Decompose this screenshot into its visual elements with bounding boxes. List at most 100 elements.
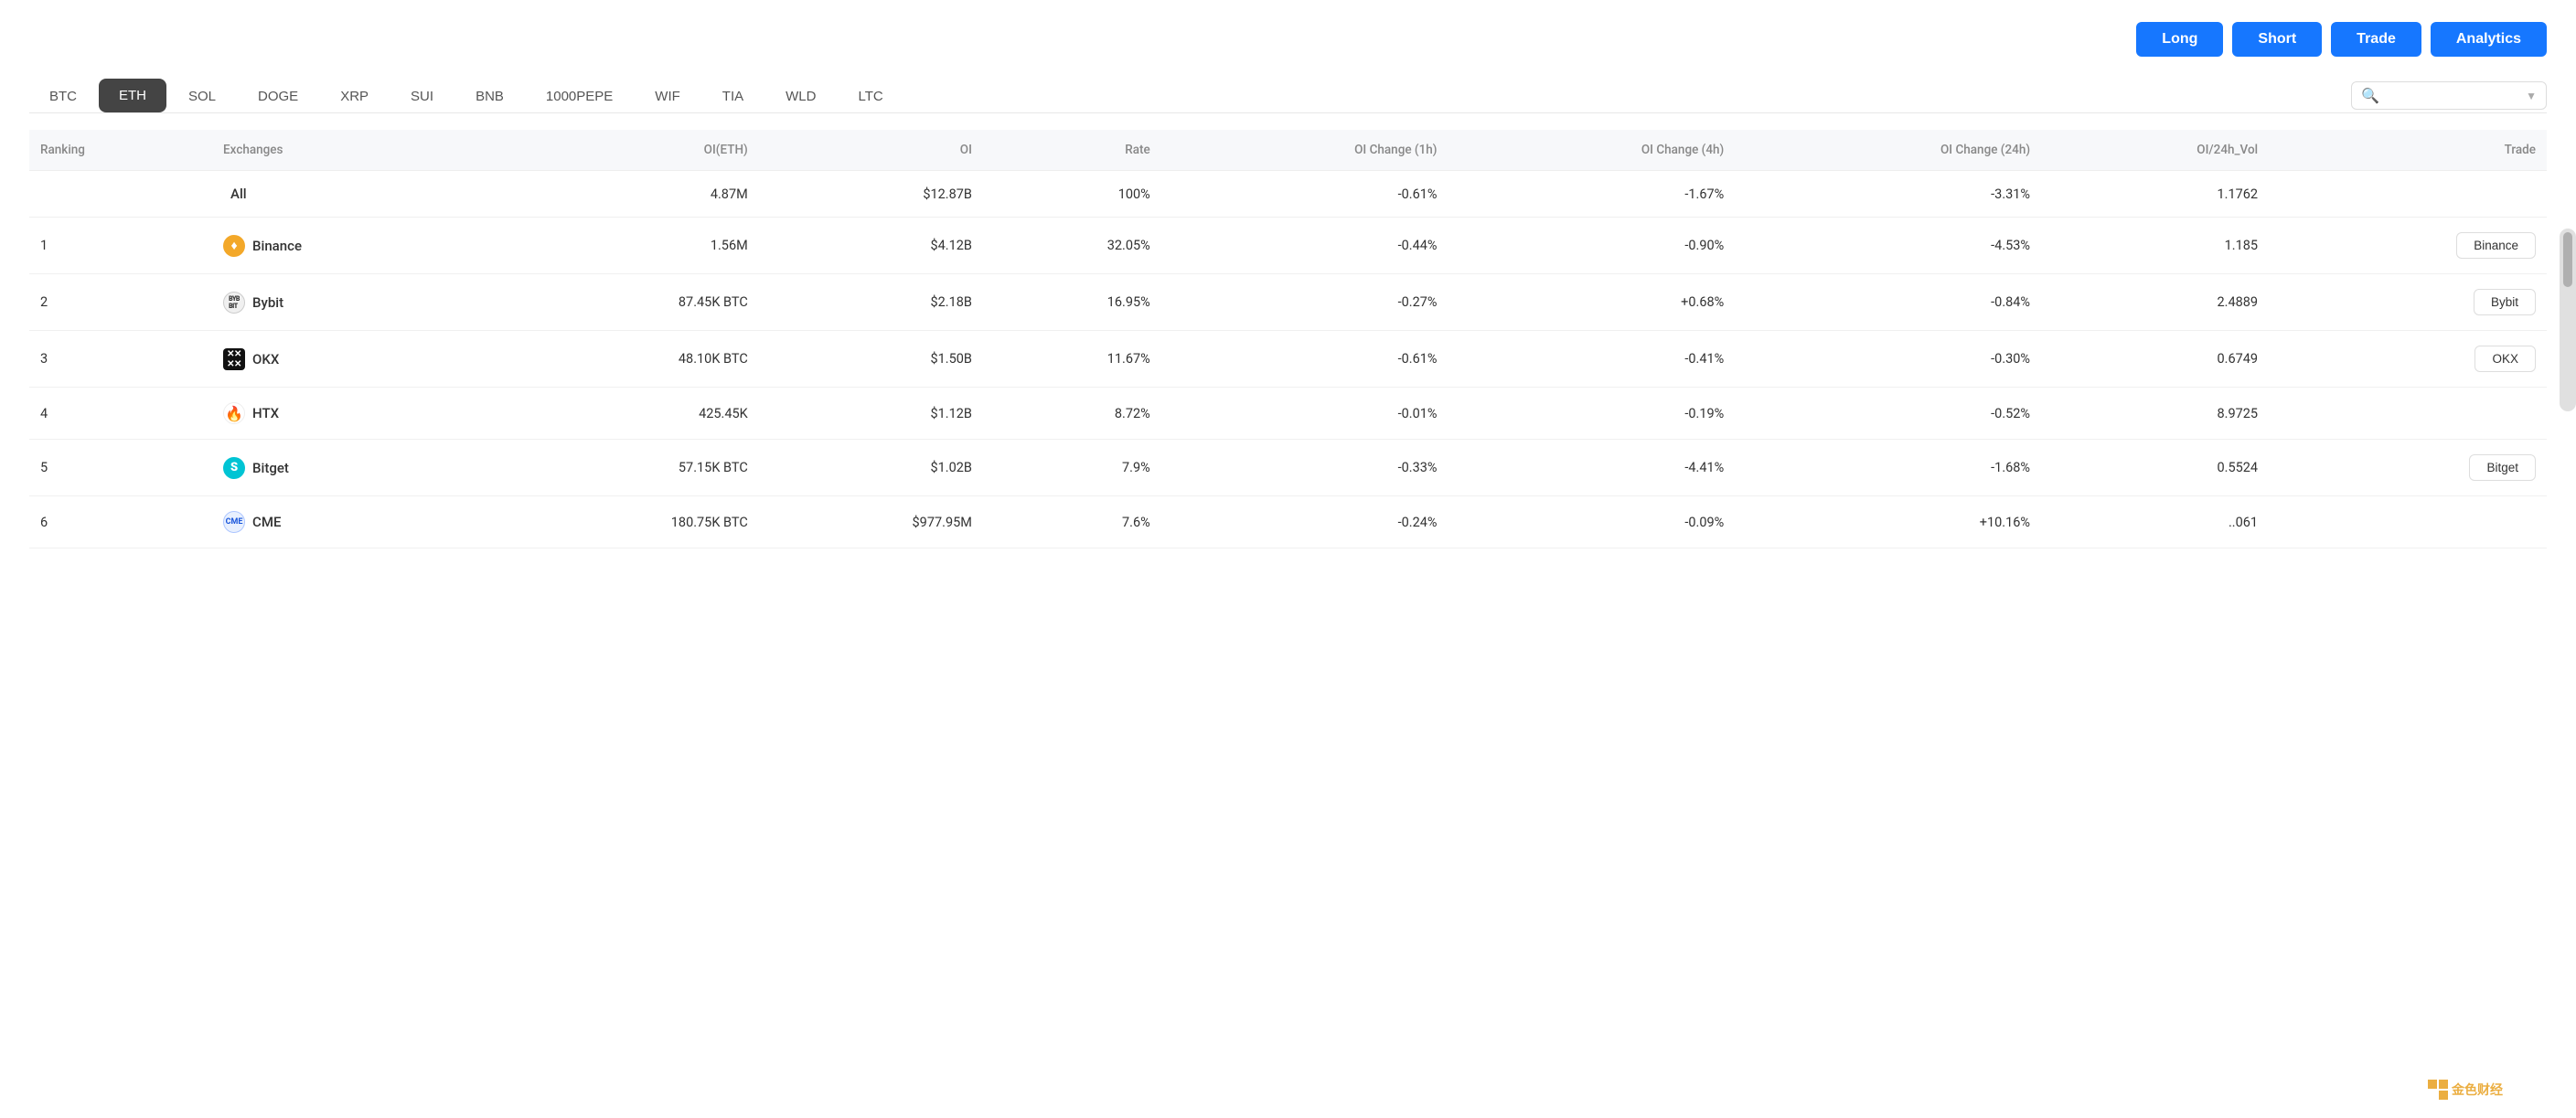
- cell-oi-1h: -0.33%: [1161, 440, 1448, 496]
- search-input[interactable]: [2385, 89, 2513, 103]
- cell-oi-eth: 1.56M: [488, 218, 759, 274]
- scrollbar[interactable]: [2560, 229, 2576, 411]
- cell-oi-4h: -0.90%: [1448, 218, 1736, 274]
- cell-oi-1h: -0.01%: [1161, 388, 1448, 440]
- cell-exchange: S Bitget: [212, 440, 488, 496]
- cell-oi-24h: +10.16%: [1735, 496, 2041, 548]
- cell-oi-24h: -0.84%: [1735, 274, 2041, 331]
- col-oi-eth: OI(ETH): [488, 130, 759, 171]
- trade-link-okx[interactable]: OKX: [2474, 346, 2536, 372]
- cell-oi-1h: -0.27%: [1161, 274, 1448, 331]
- search-icon: 🔍: [2361, 87, 2379, 104]
- tab-1000pepe[interactable]: 1000PEPE: [526, 80, 633, 113]
- cell-ranking: 6: [29, 496, 212, 548]
- col-oi-1h: OI Change (1h): [1161, 130, 1448, 171]
- tab-sol[interactable]: SOL: [168, 80, 236, 113]
- cell-oi-24h: -0.52%: [1735, 388, 2041, 440]
- col-oi-24h: OI Change (24h): [1735, 130, 2041, 171]
- cell-ranking: [29, 171, 212, 218]
- exchange-name: CME: [252, 514, 281, 530]
- trade-link-bitget[interactable]: Bitget: [2469, 454, 2536, 481]
- col-trade: Trade: [2269, 130, 2547, 171]
- trade-button[interactable]: Trade: [2331, 22, 2421, 57]
- cell-ranking: 1: [29, 218, 212, 274]
- scrollbar-thumb[interactable]: [2563, 232, 2572, 287]
- cell-oi: $977.95M: [759, 496, 983, 548]
- cell-oi-vol: 8.9725: [2041, 388, 2269, 440]
- cell-oi: $1.50B: [759, 331, 983, 388]
- page-header: Long Short Trade Analytics: [29, 22, 2547, 57]
- cell-rate: 7.6%: [983, 496, 1161, 548]
- search-area: 🔍 ▼: [2351, 81, 2547, 110]
- cell-oi-vol: ..061: [2041, 496, 2269, 548]
- cell-oi: $1.12B: [759, 388, 983, 440]
- oi-table: Ranking Exchanges OI(ETH) OI Rate OI Cha…: [29, 130, 2547, 548]
- tab-btc[interactable]: BTC: [29, 80, 97, 113]
- table-row: 4 🔥 HTX 425.45K $1.12B 8.72% -0.01% -0.1…: [29, 388, 2547, 440]
- cell-rate: 11.67%: [983, 331, 1161, 388]
- tab-eth[interactable]: ETH: [99, 79, 166, 112]
- cell-trade: [2269, 388, 2547, 440]
- cell-rate: 16.95%: [983, 274, 1161, 331]
- cell-oi-4h: -0.41%: [1448, 331, 1736, 388]
- table-row: 2 BYBBIT Bybit 87.45K BTC $2.18B 16.95% …: [29, 274, 2547, 331]
- cell-rate: 100%: [983, 171, 1161, 218]
- trade-link-binance[interactable]: Binance: [2456, 232, 2536, 259]
- col-oi: OI: [759, 130, 983, 171]
- cell-oi-vol: 1.185: [2041, 218, 2269, 274]
- table-row: 3 ✕✕✕✕ OKX 48.10K BTC $1.50B 11.67% -0.6…: [29, 331, 2547, 388]
- tab-bnb[interactable]: BNB: [455, 80, 524, 113]
- tab-sui[interactable]: SUI: [390, 80, 454, 113]
- search-box[interactable]: 🔍 ▼: [2351, 81, 2547, 110]
- exchange-name: Binance: [252, 238, 302, 254]
- cell-exchange: BYBBIT Bybit: [212, 274, 488, 331]
- cell-exchange: CME CME: [212, 496, 488, 548]
- table-row: 6 CME CME 180.75K BTC $977.95M 7.6% -0.2…: [29, 496, 2547, 548]
- tab-ltc[interactable]: LTC: [838, 80, 903, 113]
- trade-link-bybit[interactable]: Bybit: [2474, 289, 2536, 315]
- cell-oi-24h: -4.53%: [1735, 218, 2041, 274]
- cell-oi-24h: -3.31%: [1735, 171, 2041, 218]
- col-oi-vol: OI/24h_Vol: [2041, 130, 2269, 171]
- exchange-name: All: [230, 186, 247, 202]
- cell-oi-vol: 0.6749: [2041, 331, 2269, 388]
- short-button[interactable]: Short: [2232, 22, 2322, 57]
- exchange-name: HTX: [252, 405, 279, 421]
- tab-wif[interactable]: WIF: [635, 80, 700, 113]
- cell-oi-eth: 4.87M: [488, 171, 759, 218]
- cell-oi-vol: 1.1762: [2041, 171, 2269, 218]
- watermark: 金色财经: [2428, 1080, 2503, 1100]
- tab-xrp[interactable]: XRP: [320, 80, 389, 113]
- tab-wld[interactable]: WLD: [765, 80, 836, 113]
- table-row: 1 ♦ Binance 1.56M $4.12B 32.05% -0.44% -…: [29, 218, 2547, 274]
- header-buttons: Long Short Trade Analytics: [2136, 22, 2547, 57]
- chevron-down-icon[interactable]: ▼: [2526, 90, 2537, 102]
- cell-rate: 8.72%: [983, 388, 1161, 440]
- cell-oi-vol: 2.4889: [2041, 274, 2269, 331]
- cell-oi-24h: -0.30%: [1735, 331, 2041, 388]
- exchange-name: Bitget: [252, 460, 289, 476]
- cell-oi-4h: -0.19%: [1448, 388, 1736, 440]
- cell-ranking: 4: [29, 388, 212, 440]
- col-exchanges: Exchanges: [212, 130, 488, 171]
- cell-trade: [2269, 496, 2547, 548]
- cell-oi-24h: -1.68%: [1735, 440, 2041, 496]
- long-button[interactable]: Long: [2136, 22, 2223, 57]
- analytics-button[interactable]: Analytics: [2431, 22, 2547, 57]
- cell-exchange: ♦ Binance: [212, 218, 488, 274]
- watermark-icon: [2428, 1080, 2448, 1100]
- cell-oi: $4.12B: [759, 218, 983, 274]
- cell-oi-4h: -4.41%: [1448, 440, 1736, 496]
- cell-trade: Bybit: [2269, 274, 2547, 331]
- cell-oi-4h: -0.09%: [1448, 496, 1736, 548]
- cell-trade: Binance: [2269, 218, 2547, 274]
- cell-exchange: All: [212, 171, 488, 218]
- tab-tia[interactable]: TIA: [702, 80, 764, 113]
- cell-oi-1h: -0.44%: [1161, 218, 1448, 274]
- tab-doge[interactable]: DOGE: [238, 80, 318, 113]
- cell-rate: 32.05%: [983, 218, 1161, 274]
- cell-oi-1h: -0.61%: [1161, 171, 1448, 218]
- cell-oi: $2.18B: [759, 274, 983, 331]
- cell-oi-eth: 57.15K BTC: [488, 440, 759, 496]
- cell-exchange: ✕✕✕✕ OKX: [212, 331, 488, 388]
